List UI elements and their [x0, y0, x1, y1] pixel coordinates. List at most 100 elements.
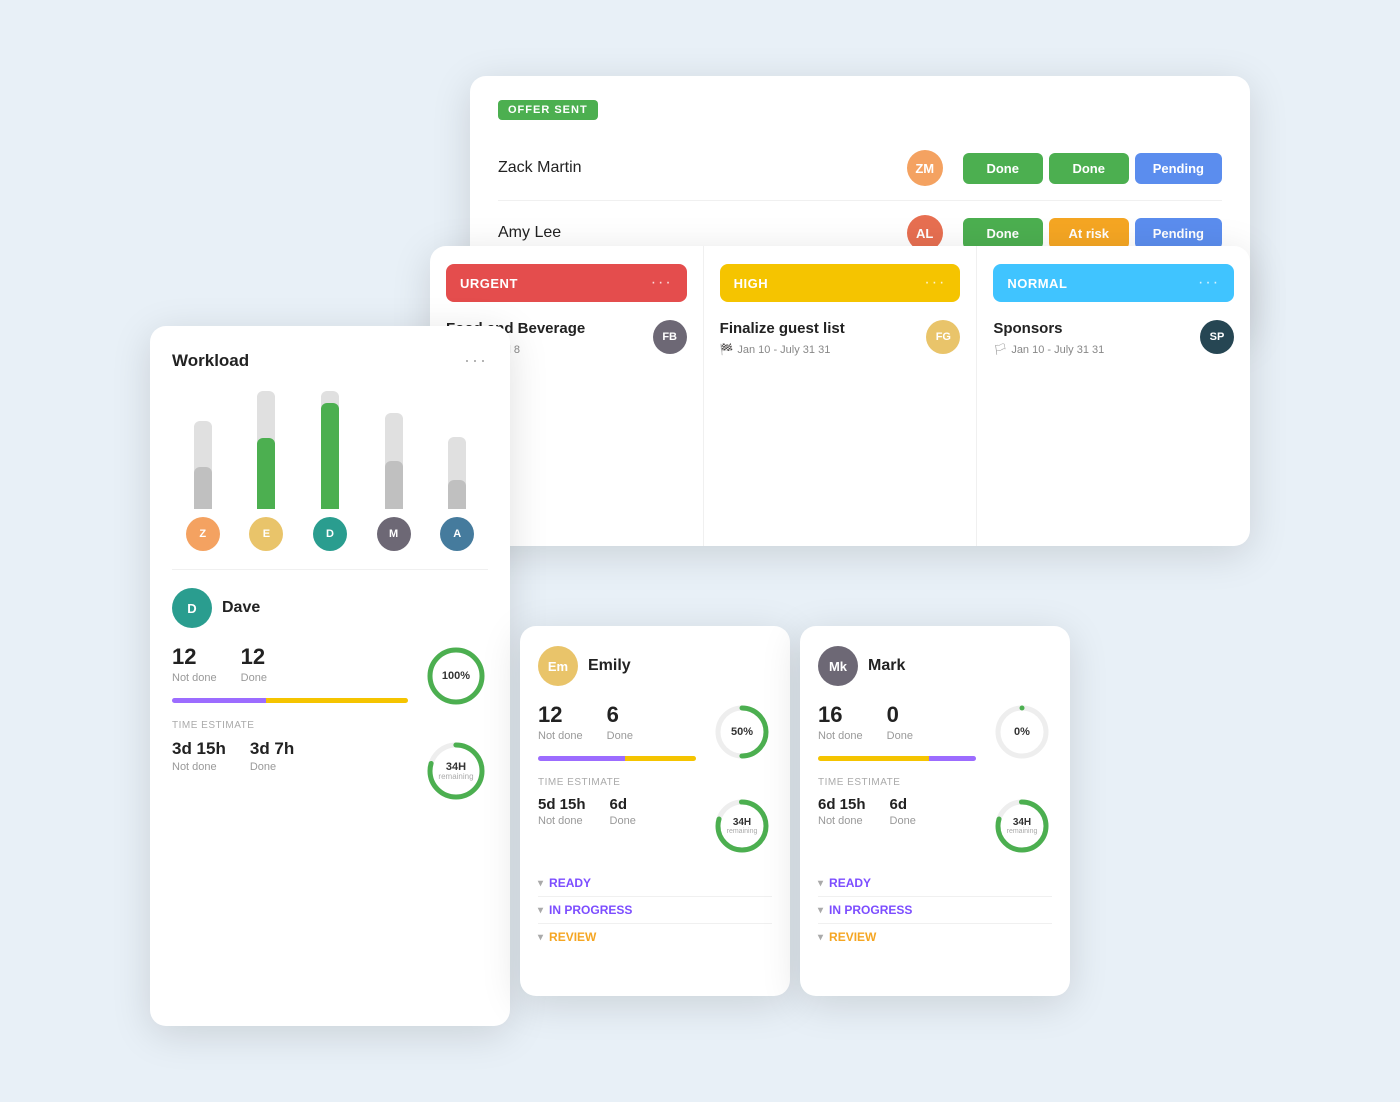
- emily-tag-ready[interactable]: ▾ READY: [538, 870, 772, 896]
- dave-stats-wrap: 12 Not done 12 Done: [172, 644, 488, 708]
- emily-header: Em Emily: [538, 646, 772, 686]
- bar-group-3: D: [303, 391, 357, 551]
- bar-fill-4: [385, 461, 403, 509]
- workload-dots[interactable]: ···: [464, 350, 488, 371]
- kanban-header-normal[interactable]: NORMAL ···: [993, 264, 1234, 302]
- bar-fill-5: [448, 480, 466, 509]
- bar-bg-4: [385, 413, 403, 509]
- emily-stats-left: 12 Not done 6 Done: [538, 702, 696, 765]
- chevron-inprogress-icon: ▾: [538, 905, 543, 916]
- kanban-header-urgent[interactable]: URGENT ···: [446, 264, 687, 302]
- dave-stats-left: 12 Not done 12 Done: [172, 644, 408, 707]
- status-done-3[interactable]: Done: [963, 218, 1043, 249]
- kanban-task-guest[interactable]: Finalize guest list 🏁 Jan 10 - July 31 3…: [720, 320, 961, 356]
- status-done-2[interactable]: Done: [1049, 153, 1129, 184]
- mark-done-num: 0: [887, 702, 913, 728]
- emily-time-left: 5d 15h Not done 6d Done: [538, 796, 696, 841]
- kanban-dots-normal[interactable]: ···: [1198, 274, 1220, 292]
- kanban-card: URGENT ··· Food and Beverage 🚩 Jul 1 - J…: [430, 246, 1250, 546]
- bar-fill-3: [321, 403, 339, 509]
- kanban-task-sponsors[interactable]: Sponsors 🏳 Jan 10 - July 31 31 SP: [993, 320, 1234, 356]
- dave-time-notdone-label: Not done: [172, 761, 226, 773]
- dave-name: Dave: [222, 599, 260, 617]
- status-atrisk-1[interactable]: At risk: [1049, 218, 1129, 249]
- offer-name-amy: Amy Lee: [498, 224, 907, 242]
- emily-time-notdone-val: 5d 15h: [538, 796, 586, 813]
- emily-tags: ▾ READY ▾ IN PROGRESS ▾ REVIEW: [538, 870, 772, 950]
- avatar-amy-initials: AL: [916, 226, 933, 241]
- emily-tag-ready-label: READY: [549, 876, 591, 890]
- dave-time-label: TIME ESTIMATE: [172, 720, 488, 731]
- emily-34h-val: 34H: [733, 818, 751, 828]
- emily-not-done-label: Not done: [538, 730, 583, 742]
- status-pending-1[interactable]: Pending: [1135, 153, 1222, 184]
- dave-done: 12 Done: [241, 644, 267, 684]
- dave-progress-bar: [172, 698, 408, 703]
- mark-time-notdone-label: Not done: [818, 815, 866, 827]
- chevron-mark-inprogress-icon: ▾: [818, 905, 823, 916]
- mark-34h-val: 34H: [1013, 818, 1031, 828]
- mark-stats-row: 16 Not done 0 Done: [818, 702, 976, 742]
- dave-time-notdone: 3d 15h Not done: [172, 739, 226, 773]
- dave-stats-row: 12 Not done 12 Done: [172, 644, 408, 684]
- dave-done-label: Done: [241, 672, 267, 684]
- status-pending-2[interactable]: Pending: [1135, 218, 1222, 249]
- dave-not-done: 12 Not done: [172, 644, 217, 684]
- kanban-header-high[interactable]: HIGH ···: [720, 264, 961, 302]
- dave-34h-sublabel: remaining: [438, 773, 473, 781]
- bar-avatar-4: M: [377, 517, 411, 551]
- bar-group-1: Z: [176, 391, 230, 551]
- mark-time-notdone-val: 6d 15h: [818, 796, 866, 813]
- dave-34h-label: 34H remaining: [424, 739, 488, 803]
- mark-tag-inprogress[interactable]: ▾ IN PROGRESS: [818, 896, 1052, 923]
- bar-group-2: E: [240, 391, 294, 551]
- mark-done: 0 Done: [887, 702, 913, 742]
- kanban-columns: URGENT ··· Food and Beverage 🚩 Jul 1 - J…: [430, 246, 1250, 546]
- bar-fill-1: [194, 467, 212, 509]
- mark-tag-ready[interactable]: ▾ READY: [818, 870, 1052, 896]
- dave-circle-label: 100%: [424, 644, 488, 708]
- emily-time-done-label: Done: [610, 815, 636, 827]
- emily-time-done: 6d Done: [610, 796, 636, 827]
- workload-header: Workload ···: [172, 350, 488, 371]
- dave-section: D Dave 12 Not done 12 Done: [172, 588, 488, 803]
- mark-bar-seg-1: [818, 756, 929, 761]
- dave-bar-seg-1: [172, 698, 266, 703]
- kanban-dots-urgent[interactable]: ···: [651, 274, 673, 292]
- mark-not-done-num: 16: [818, 702, 863, 728]
- status-done-1[interactable]: Done: [963, 153, 1043, 184]
- mark-tag-review[interactable]: ▾ REVIEW: [818, 923, 1052, 950]
- emily-tag-inprogress[interactable]: ▾ IN PROGRESS: [538, 896, 772, 923]
- offer-row-zack[interactable]: Zack Martin ZM Done Done Pending: [498, 136, 1222, 201]
- dave-done-num: 12: [241, 644, 267, 670]
- mark-bar-seg-2: [929, 756, 976, 761]
- bar-group-4: M: [367, 391, 421, 551]
- emily-tag-review[interactable]: ▾ REVIEW: [538, 923, 772, 950]
- chevron-mark-review-icon: ▾: [818, 932, 823, 943]
- offer-name-zack: Zack Martin: [498, 159, 907, 177]
- dave-time-done: 3d 7h Done: [250, 739, 294, 773]
- dave-bar-seg-2: [266, 698, 408, 703]
- chevron-review-icon: ▾: [538, 932, 543, 943]
- mark-not-done: 16 Not done: [818, 702, 863, 742]
- emily-name: Emily: [588, 657, 631, 675]
- bar-avatar-1: Z: [186, 517, 220, 551]
- chevron-ready-icon: ▾: [538, 878, 543, 889]
- bar-bg-2: [257, 391, 275, 509]
- emily-time-stats: 5d 15h Not done 6d Done: [538, 796, 696, 827]
- kanban-task-title-sponsors: Sponsors: [993, 320, 1104, 337]
- mark-time-wrap: 6d 15h Not done 6d Done 34H remaining: [818, 796, 1052, 856]
- kanban-label-high: HIGH: [734, 276, 769, 291]
- mark-tags: ▾ READY ▾ IN PROGRESS ▾ REVIEW: [818, 870, 1052, 950]
- mark-time-done-val: 6d: [890, 796, 916, 813]
- emily-not-done-num: 12: [538, 702, 583, 728]
- bar-bg-3: [321, 391, 339, 509]
- mark-34h-circle: 34H remaining: [992, 796, 1052, 856]
- kanban-dots-high[interactable]: ···: [924, 274, 946, 292]
- mark-tag-inprogress-label: IN PROGRESS: [829, 903, 912, 917]
- emily-done-num: 6: [607, 702, 633, 728]
- mark-name: Mark: [868, 657, 905, 675]
- avatar-zack: ZM: [907, 150, 943, 186]
- bar-avatar-2: E: [249, 517, 283, 551]
- emily-34h-circle: 34H remaining: [712, 796, 772, 856]
